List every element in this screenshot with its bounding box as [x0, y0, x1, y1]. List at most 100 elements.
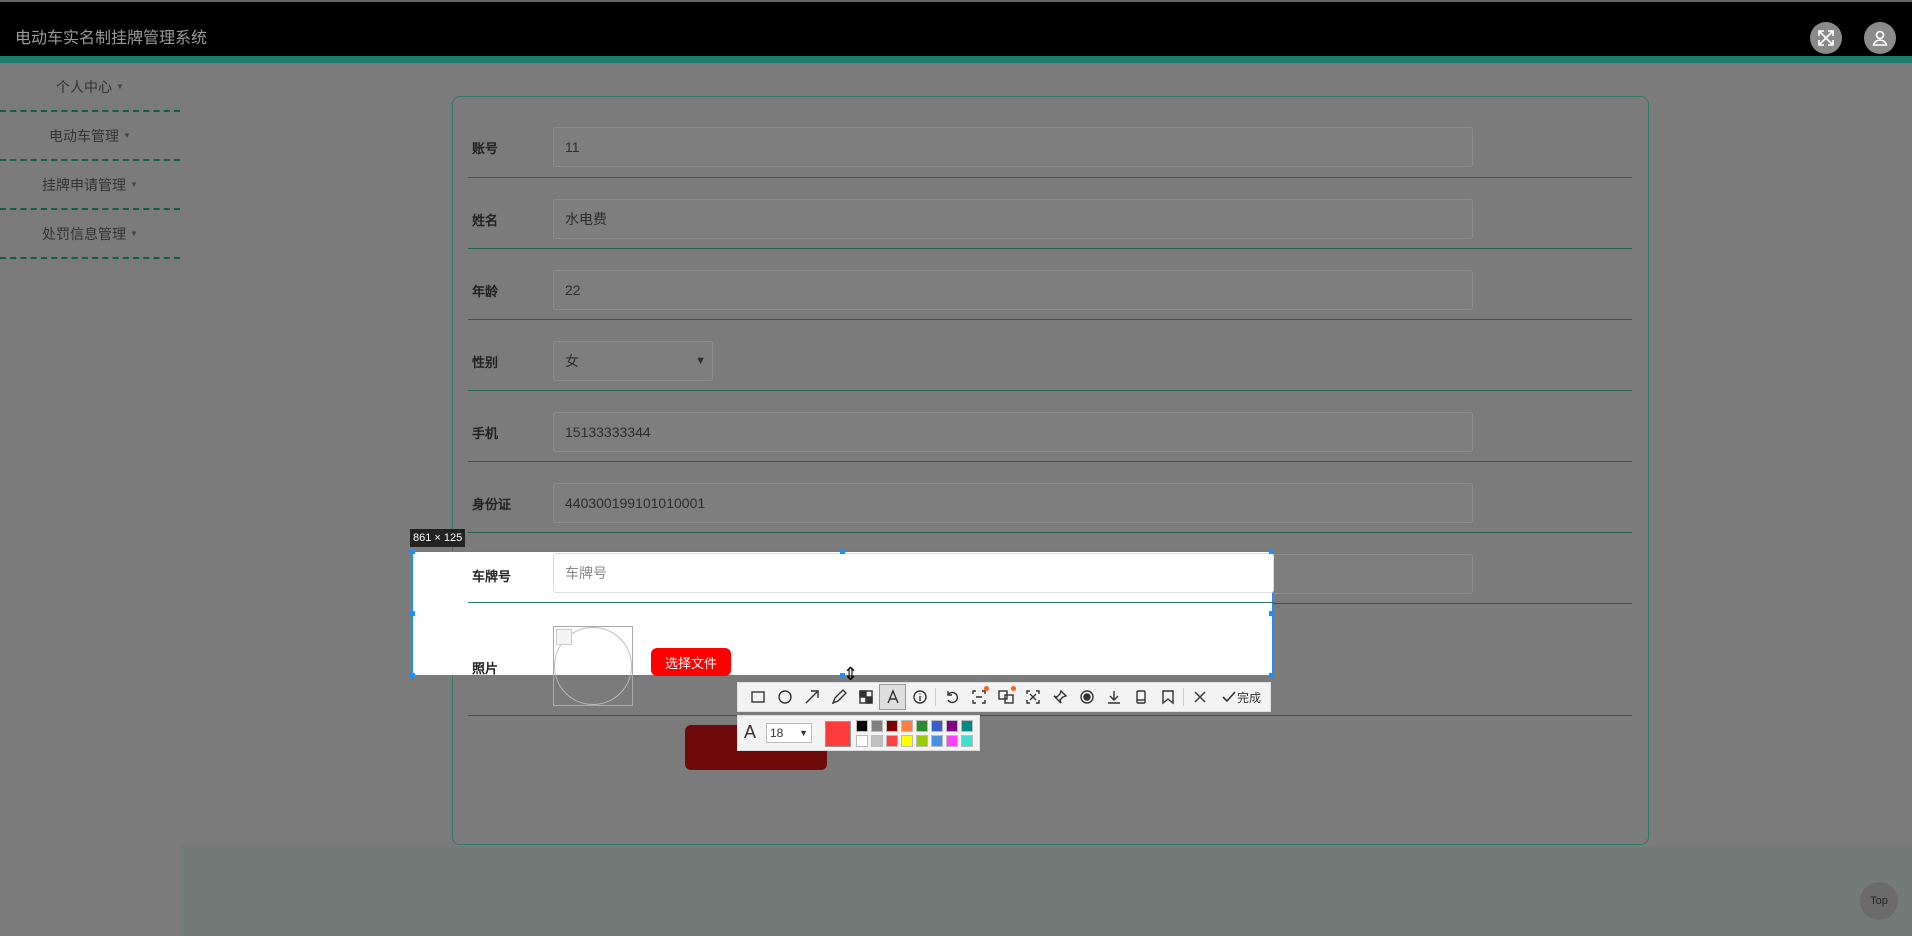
- photo-preview: [553, 626, 633, 706]
- selection-handle[interactable]: [1269, 611, 1274, 616]
- font-size-select[interactable]: 18 ▼: [766, 723, 812, 743]
- form-row-account: 账号 11: [468, 125, 1632, 178]
- sidebar-item-ebike-management[interactable]: 电动车管理 ▼: [0, 112, 180, 161]
- mosaic-icon: [858, 690, 873, 704]
- gender-label: 性别: [472, 355, 499, 370]
- color-swatch[interactable]: [871, 735, 883, 747]
- done-button[interactable]: 完成: [1213, 684, 1269, 710]
- download-icon: [1107, 691, 1120, 704]
- color-swatches: [856, 720, 973, 747]
- user-icon: [1872, 30, 1888, 46]
- color-swatch[interactable]: [856, 735, 868, 747]
- form-row-plate: 车牌号 车牌号: [468, 552, 1274, 603]
- color-swatch[interactable]: [961, 735, 973, 747]
- undo-button[interactable]: [938, 684, 965, 710]
- form-row-idcard: 身份证 440300199101010001: [468, 462, 1632, 533]
- circle-icon: [777, 690, 792, 704]
- color-swatch[interactable]: [886, 735, 898, 747]
- photo-label: 照片: [472, 661, 499, 676]
- info-circle-icon: [912, 690, 927, 704]
- form-row-gender: 性别 女 ▼: [468, 320, 1632, 391]
- choose-file-button[interactable]: 选择文件: [651, 648, 731, 676]
- color-swatch[interactable]: [916, 735, 928, 747]
- gender-select[interactable]: 女 ▼: [553, 341, 713, 381]
- chevron-down-icon: ▼: [695, 355, 706, 367]
- long-screenshot-button[interactable]: [1019, 684, 1046, 710]
- form-row-name: 姓名 水电费: [468, 178, 1632, 249]
- selection-handle[interactable]: [1269, 673, 1274, 678]
- rectangle-icon: [750, 691, 765, 703]
- fullscreen-button[interactable]: [1810, 22, 1842, 54]
- form-row-phone: 手机 15133333344: [468, 391, 1632, 462]
- app-title: 电动车实名制挂牌管理系统: [15, 30, 208, 47]
- send-to-phone-button[interactable]: [1127, 684, 1154, 710]
- fullscreen-icon: [1818, 30, 1834, 46]
- toolbar-divider: [1183, 688, 1184, 706]
- age-input[interactable]: 22: [553, 270, 1473, 310]
- name-label: 姓名: [472, 213, 499, 228]
- style-palette: A 18 ▼: [737, 715, 980, 751]
- sidebar: 个人中心 ▼ 电动车管理 ▼ 挂牌申请管理 ▼ 处罚信息管理 ▼: [0, 63, 180, 936]
- sidebar-item-plate-application[interactable]: 挂牌申请管理 ▼: [0, 161, 180, 210]
- pen-tool[interactable]: [825, 684, 852, 710]
- sidebar-item-label: 个人中心: [56, 78, 113, 95]
- gender-select-value: 女: [565, 353, 579, 369]
- pin-button[interactable]: [1046, 684, 1073, 710]
- text-tool[interactable]: [879, 684, 906, 710]
- serial-number-tool[interactable]: [906, 684, 933, 710]
- plate-input[interactable]: 车牌号: [553, 553, 1274, 593]
- download-button[interactable]: [1100, 684, 1127, 710]
- selection-handle[interactable]: [410, 673, 415, 678]
- arrow-tool[interactable]: [798, 684, 825, 710]
- user-avatar-button[interactable]: [1864, 22, 1896, 54]
- sidebar-item-personal-center[interactable]: 个人中心 ▼: [0, 63, 180, 112]
- color-swatch[interactable]: [856, 720, 868, 732]
- check-icon: [1222, 691, 1236, 703]
- font-size-value: 18: [770, 726, 784, 740]
- selection-handle[interactable]: [410, 549, 415, 554]
- translate-button[interactable]: [992, 684, 1019, 710]
- color-swatch[interactable]: [946, 735, 958, 747]
- color-swatch[interactable]: [961, 720, 973, 732]
- sidebar-item-label: 电动车管理: [49, 127, 120, 144]
- color-swatch[interactable]: [931, 735, 943, 747]
- current-color-swatch: [825, 721, 851, 747]
- age-label: 年龄: [472, 284, 499, 299]
- phone-label: 手机: [472, 426, 499, 441]
- pencil-icon: [831, 689, 847, 705]
- color-swatch[interactable]: [946, 720, 958, 732]
- selection-handle[interactable]: [840, 549, 845, 554]
- record-icon: [1079, 690, 1094, 704]
- rectangle-tool[interactable]: [744, 684, 771, 710]
- footer-area: [180, 846, 1912, 936]
- form-row-age: 年龄 22: [468, 249, 1632, 320]
- idcard-input[interactable]: 440300199101010001: [553, 483, 1473, 523]
- selection-handle[interactable]: [1269, 549, 1274, 554]
- arrow-icon: [805, 690, 819, 704]
- sidebar-item-penalty-info[interactable]: 处罚信息管理 ▼: [0, 210, 180, 259]
- back-to-top-button[interactable]: Top: [1860, 882, 1898, 920]
- done-label: 完成: [1236, 690, 1261, 705]
- color-swatch[interactable]: [931, 720, 943, 732]
- screenshot-selection-area[interactable]: 车牌号 车牌号 照片 选择文件: [412, 551, 1274, 706]
- color-swatch[interactable]: [871, 720, 883, 732]
- account-input[interactable]: 11: [553, 127, 1473, 167]
- font-size-icon: A: [744, 722, 757, 742]
- name-input[interactable]: 水电费: [553, 199, 1473, 239]
- mosaic-tool[interactable]: [852, 684, 879, 710]
- color-swatch[interactable]: [901, 720, 913, 732]
- selection-handle[interactable]: [410, 611, 415, 616]
- ocr-button[interactable]: [965, 684, 992, 710]
- top-header: 电动车实名制挂牌管理系统: [0, 0, 1912, 65]
- color-swatch[interactable]: [901, 735, 913, 747]
- cancel-button[interactable]: [1186, 684, 1213, 710]
- translate-icon: [997, 690, 1014, 704]
- chevron-down-icon: ▼: [799, 728, 808, 738]
- color-swatch[interactable]: [916, 720, 928, 732]
- caret-down-icon: ▼: [130, 229, 138, 238]
- phone-input[interactable]: 15133333344: [553, 412, 1473, 452]
- ellipse-tool[interactable]: [771, 684, 798, 710]
- record-button[interactable]: [1073, 684, 1100, 710]
- bookmark-button[interactable]: [1154, 684, 1181, 710]
- color-swatch[interactable]: [886, 720, 898, 732]
